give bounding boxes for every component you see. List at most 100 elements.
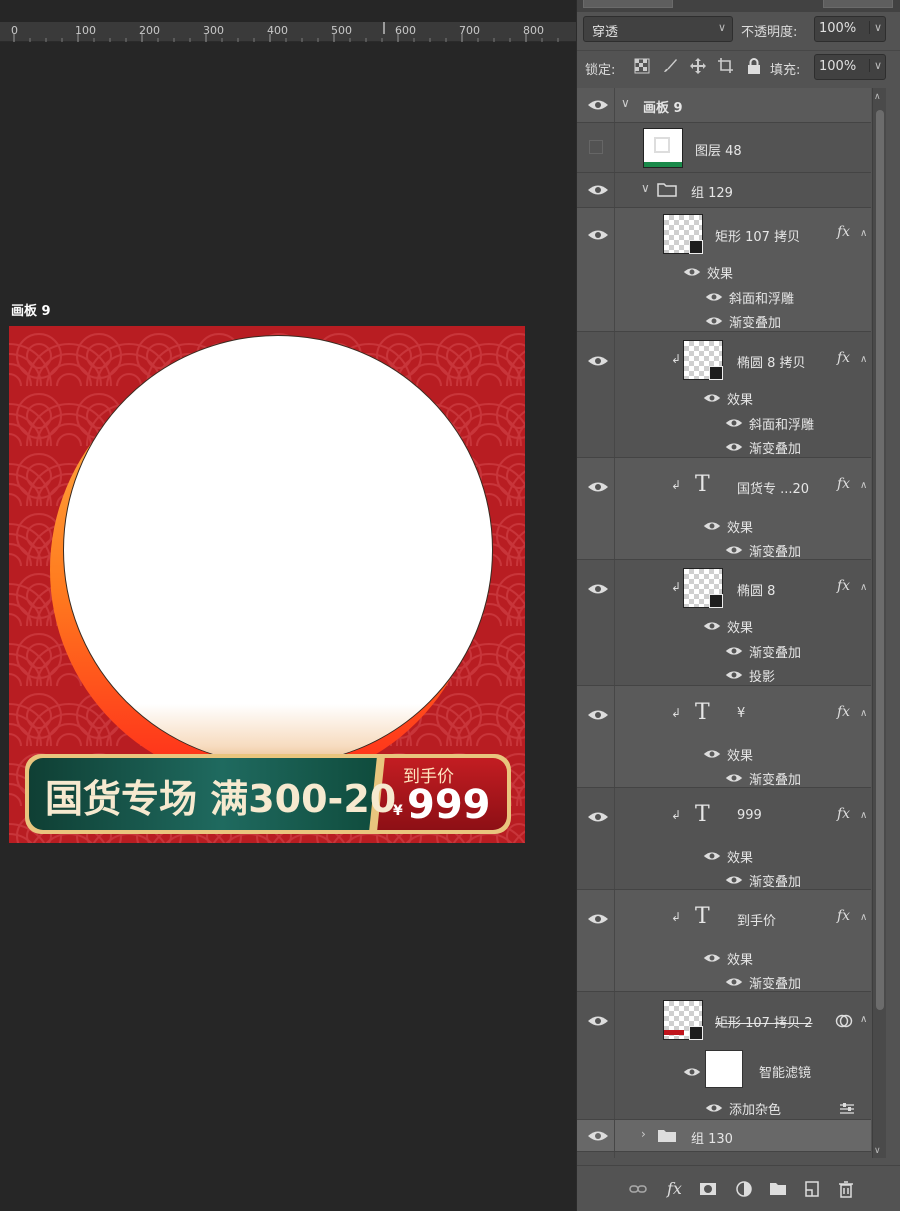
trash-icon[interactable]	[837, 1180, 855, 1198]
opacity-field[interactable]: 100% ∨	[814, 16, 886, 42]
eye-icon[interactable]	[587, 354, 609, 368]
lock-transparent-pixels-icon[interactable]	[633, 57, 651, 75]
eye-icon[interactable]	[725, 874, 743, 886]
smart-filter-mask-thumbnail[interactable]	[705, 1050, 743, 1088]
layer-row-text-yen[interactable]: ↲ T ¥ fx ∧ 效果 渐变叠加	[577, 686, 871, 788]
collapse-effects-icon[interactable]: ∧	[860, 708, 867, 719]
eye-icon[interactable]	[725, 417, 743, 429]
eye-icon[interactable]	[725, 669, 743, 681]
filter-options-icon[interactable]	[839, 1102, 855, 1116]
eye-icon[interactable]	[703, 748, 721, 760]
eye-icon[interactable]	[587, 1014, 609, 1028]
eye-icon[interactable]	[683, 266, 701, 278]
eye-icon[interactable]	[703, 392, 721, 404]
new-group-icon[interactable]	[769, 1180, 787, 1198]
collapse-effects-icon[interactable]: ∧	[860, 582, 867, 593]
collapse-effects-icon[interactable]: ∧	[860, 1014, 867, 1025]
brush-icon[interactable]	[661, 57, 679, 75]
fx-icon[interactable]: fx	[837, 476, 850, 492]
eye-icon[interactable]	[587, 912, 609, 926]
layer-row-ellipse8[interactable]: ↲ 椭圆 8 fx ∧ 效果 渐变叠加 投影	[577, 560, 871, 686]
scroll-up-arrow[interactable]: ∧	[874, 92, 881, 102]
smart-object-link-icon[interactable]	[835, 1012, 853, 1030]
scroll-thumb[interactable]	[876, 110, 884, 1010]
visibility-column	[577, 1152, 615, 1158]
layer-row-text-price[interactable]: ↲ T 到手价 fx ∧ 效果 渐变叠加	[577, 890, 871, 992]
chevron-down-icon[interactable]: ∨	[868, 21, 882, 34]
artboard-lock-icon[interactable]	[717, 57, 735, 75]
visibility-off-box[interactable]	[589, 140, 603, 154]
effect-item: 渐变叠加	[729, 316, 782, 331]
chevron-down-icon[interactable]: ∨	[621, 96, 630, 110]
panel-tab[interactable]	[583, 0, 673, 8]
lock-icon[interactable]	[745, 57, 763, 75]
eye-icon[interactable]	[683, 1066, 701, 1078]
artboard[interactable]: 国货专场 满300-20 到手价 ¥ 999	[9, 326, 525, 843]
eye-icon[interactable]	[703, 952, 721, 964]
eye-icon[interactable]	[587, 708, 609, 722]
eye-icon[interactable]	[725, 645, 743, 657]
fx-icon[interactable]: fx	[837, 806, 850, 822]
add-layer-style-icon[interactable]: fx	[667, 1179, 682, 1198]
eye-icon[interactable]	[587, 183, 609, 197]
fx-icon[interactable]: fx	[837, 224, 850, 240]
eye-icon[interactable]	[705, 1102, 723, 1114]
artboard-label[interactable]: 画板 9	[11, 300, 51, 319]
eye-icon[interactable]	[705, 291, 723, 303]
eye-icon[interactable]	[703, 620, 721, 632]
add-mask-icon[interactable]	[699, 1180, 717, 1198]
layer-row-layer48[interactable]: 图层 48	[577, 123, 871, 173]
thumb-stripe	[664, 1030, 684, 1035]
chevron-down-icon[interactable]: ∨	[868, 59, 882, 72]
fx-icon[interactable]: fx	[837, 704, 850, 720]
fx-icon[interactable]: fx	[837, 908, 850, 924]
new-layer-icon[interactable]	[803, 1180, 821, 1198]
layer-row-group129[interactable]: ∨ 组 129	[577, 173, 871, 208]
eye-icon[interactable]	[587, 1129, 609, 1143]
horizontal-ruler[interactable]: 0 100 200 300 400 500 600 700 800	[0, 22, 576, 42]
layer-row-group130[interactable]: › 组 130	[577, 1120, 871, 1152]
layer-row-partial[interactable]	[577, 1152, 871, 1158]
move-icon[interactable]	[689, 57, 707, 75]
scroll-down-arrow[interactable]: ∨	[874, 1146, 881, 1156]
smart-object-badge	[689, 1026, 703, 1040]
blend-mode-select[interactable]: 穿透 ∨	[583, 16, 733, 42]
eye-icon[interactable]	[703, 520, 721, 532]
layer-row-text-999[interactable]: ↲ T 999 fx ∧ 效果 渐变叠加	[577, 788, 871, 890]
link-layers-icon[interactable]	[629, 1180, 647, 1198]
layer-row-rect107copy2[interactable]: 矩形 107 拷贝 2 ∧ 智能滤镜 添加杂色	[577, 992, 871, 1120]
eye-icon[interactable]	[725, 772, 743, 784]
collapse-effects-icon[interactable]: ∧	[860, 228, 867, 239]
layers-scrollbar[interactable]: ∧ ∨	[872, 88, 886, 1158]
effect-item: 渐变叠加	[749, 646, 802, 661]
price-value: 999	[407, 782, 491, 828]
eye-icon[interactable]	[587, 810, 609, 824]
fx-icon[interactable]: fx	[837, 578, 850, 594]
collapse-effects-icon[interactable]: ∧	[860, 480, 867, 491]
fill-field[interactable]: 100% ∨	[814, 54, 886, 80]
fx-icon[interactable]: fx	[837, 350, 850, 366]
eye-icon[interactable]	[705, 315, 723, 327]
eye-icon[interactable]	[725, 441, 743, 453]
layer-row-text-promo[interactable]: ↲ T 国货专 ...20 fx ∧ 效果 渐变叠加	[577, 458, 871, 560]
eye-icon[interactable]	[703, 850, 721, 862]
collapse-effects-icon[interactable]: ∧	[860, 354, 867, 365]
eye-icon[interactable]	[725, 544, 743, 556]
blend-mode-value: 穿透	[592, 25, 619, 40]
chevron-down-icon[interactable]: ∨	[641, 181, 650, 195]
panel-tab-right[interactable]	[823, 0, 893, 8]
chevron-right-icon[interactable]: ›	[641, 1127, 646, 1141]
canvas-area[interactable]: 0 100 200 300 400 500 600 700 800 画板 9 国…	[0, 0, 576, 1211]
collapse-effects-icon[interactable]: ∧	[860, 912, 867, 923]
layer-row-ellipse8copy[interactable]: ↲ 椭圆 8 拷贝 fx ∧ 效果 斜面和浮雕 渐变叠加	[577, 332, 871, 458]
adjustment-layer-icon[interactable]	[735, 1180, 753, 1198]
layers-list[interactable]: ∨ 画板 9 图层 48 ∨ 组 129 矩形 107 拷贝 fx ∧ 效果 斜…	[577, 88, 871, 1158]
layer-row-artboard[interactable]: ∨ 画板 9	[577, 88, 871, 123]
eye-icon[interactable]	[587, 582, 609, 596]
eye-icon[interactable]	[587, 228, 609, 242]
layer-row-rect107[interactable]: 矩形 107 拷贝 fx ∧ 效果 斜面和浮雕 渐变叠加	[577, 208, 871, 332]
collapse-effects-icon[interactable]: ∧	[860, 810, 867, 821]
eye-icon[interactable]	[587, 98, 609, 112]
eye-icon[interactable]	[725, 976, 743, 988]
eye-icon[interactable]	[587, 480, 609, 494]
